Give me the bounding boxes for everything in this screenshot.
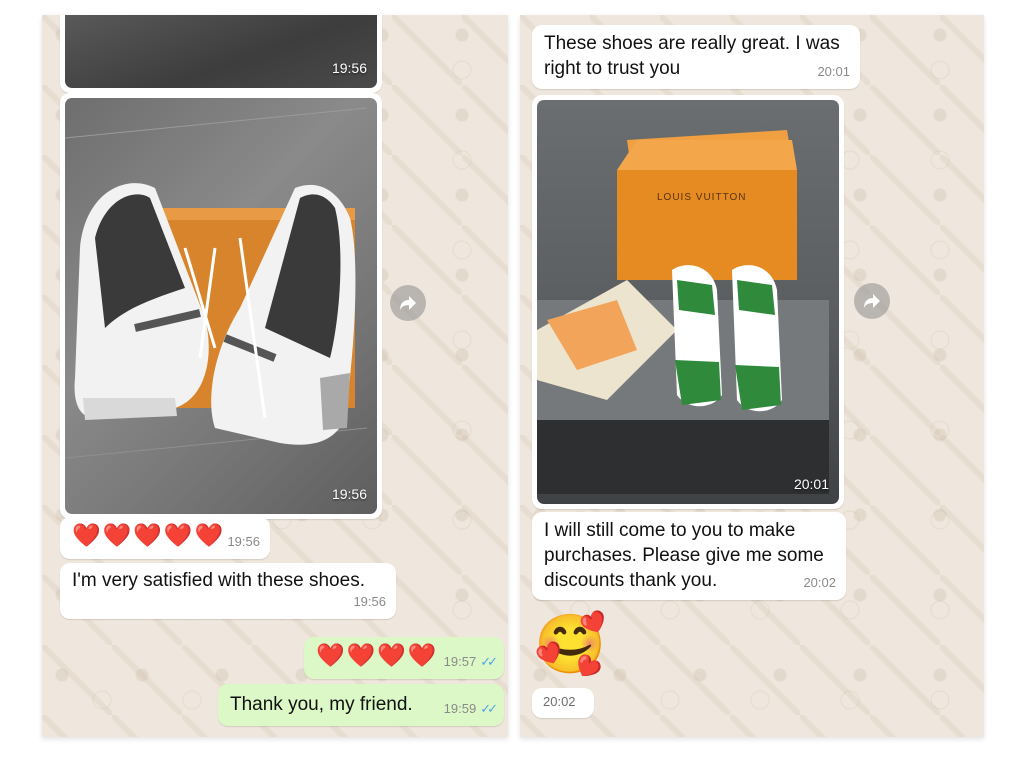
read-ticks-icon: ✓✓ bbox=[480, 701, 498, 716]
forward-glyph bbox=[864, 294, 880, 308]
smiling-hearts-emoji[interactable]: 🥰 bbox=[534, 613, 606, 677]
message-time: 20:01 bbox=[793, 476, 829, 492]
message-time-wrap: 19:59 ✓✓ bbox=[443, 696, 498, 721]
emoji-time-badge: 20:02 bbox=[532, 688, 594, 718]
message-time: 19:56 bbox=[331, 60, 367, 76]
message-time: 19:56 bbox=[331, 486, 367, 502]
message-text: I'm very satisfied with these shoes. bbox=[72, 570, 365, 591]
message-time: 19:56 bbox=[353, 594, 386, 609]
chat-panel-left: 19:56 19:56 ❤️❤️❤️❤️❤️ 19:56 I'm very sa… bbox=[42, 15, 508, 737]
message-time: 19:57 bbox=[443, 654, 477, 669]
message-text: Thank you, my friend. bbox=[230, 694, 413, 715]
dark-photo: 19:56 bbox=[65, 15, 377, 88]
message-time: 20:01 bbox=[817, 64, 850, 79]
message-time: 20:02 bbox=[543, 694, 576, 709]
message-time: 20:02 bbox=[803, 575, 836, 590]
hearts-emoji: ❤️❤️❤️❤️❤️ bbox=[72, 522, 226, 548]
outgoing-hearts-message[interactable]: ❤️❤️❤️❤️ 19:57 ✓✓ bbox=[304, 637, 504, 679]
sneakers-illustration bbox=[65, 107, 367, 459]
image-message-sneakers[interactable]: 19:56 bbox=[60, 93, 382, 519]
forward-arrow-icon[interactable] bbox=[390, 285, 426, 321]
message-text: These shoes are really great. I was righ… bbox=[544, 33, 840, 79]
message-text: I will still come to you to make purchas… bbox=[544, 520, 824, 591]
thank-you-message[interactable]: Thank you, my friend. 19:59 ✓✓ bbox=[218, 684, 504, 726]
sneakers-photo: 19:56 bbox=[65, 98, 377, 514]
message-time: 19:59 bbox=[443, 701, 477, 716]
hearts-emoji: ❤️❤️❤️❤️ bbox=[316, 642, 439, 668]
message-time-wrap: 19:57 ✓✓ bbox=[443, 649, 498, 674]
image-message-box[interactable]: LOUIS VUITTON 20:01 bbox=[532, 95, 844, 509]
read-ticks-icon: ✓✓ bbox=[480, 654, 498, 669]
message-time: 19:56 bbox=[227, 534, 260, 549]
box-brand-label: LOUIS VUITTON bbox=[657, 192, 747, 203]
forward-arrow-icon[interactable] bbox=[854, 283, 890, 319]
purchase-message[interactable]: I will still come to you to make purchas… bbox=[532, 512, 846, 600]
box-photo: LOUIS VUITTON 20:01 bbox=[537, 100, 839, 504]
great-message[interactable]: These shoes are really great. I was righ… bbox=[532, 25, 860, 89]
forward-glyph bbox=[400, 296, 416, 310]
hearts-message[interactable]: ❤️❤️❤️❤️❤️ 19:56 bbox=[60, 517, 270, 559]
box-illustration bbox=[537, 130, 829, 494]
image-message-top[interactable]: 19:56 bbox=[60, 15, 382, 93]
chat-panel-right: These shoes are really great. I was righ… bbox=[520, 15, 984, 737]
satisfied-message[interactable]: I'm very satisfied with these shoes. 19:… bbox=[60, 563, 396, 619]
